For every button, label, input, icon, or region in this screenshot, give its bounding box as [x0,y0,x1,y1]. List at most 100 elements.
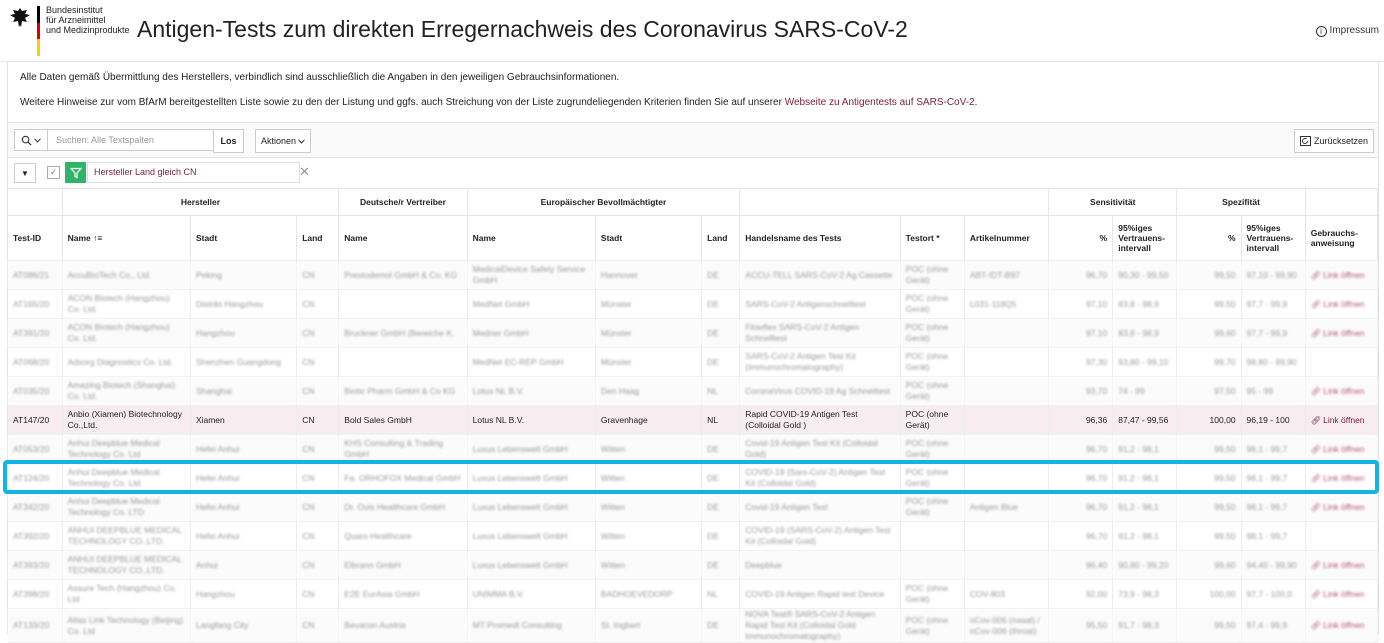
cell-test-id: AT053/20 [8,434,63,464]
cell-artikelnummer: Antigen Blue [964,492,1050,522]
col-header-sens-ci[interactable]: 95%iges Vertrauens-intervall [1112,215,1178,261]
link-icon: 🔗︎ [1310,560,1324,570]
actions-menu-button[interactable]: Aktionen [255,129,311,153]
col-header-name[interactable]: Name ↑≡ [62,215,191,261]
open-link-button[interactable]: 🔗︎ Link öffnen [1311,589,1365,599]
cell-sens-ci: 91,2 - 98,1 [1112,434,1178,464]
col-header-sens-pct[interactable]: % [1048,215,1114,261]
reset-button[interactable]: Zurücksetzen [1294,129,1374,153]
cell-testort: POC (ohne Gerät) [900,434,965,464]
cell-name: Anhui Deepblue Medical Technology Co. LT… [62,492,191,522]
open-link-button[interactable]: 🔗︎ Link öffnen [1311,386,1365,396]
col-header-handelsname[interactable]: Handelsname des Tests [739,215,901,261]
remove-filter-icon[interactable]: ✕ [299,164,310,180]
table-row[interactable]: AT392/20 ANHUI DEEPBLUE MEDICAL TECHNOLOG… [8,521,1379,551]
open-link-button[interactable]: 🔗︎ Link öffnen [1311,415,1365,425]
open-link-button[interactable]: 🔗︎ Link öffnen [1311,299,1365,309]
col-header-stadt[interactable]: Stadt [190,215,298,261]
cell-ev-stadt: Den Haag [595,376,703,406]
search-column-selector[interactable] [15,130,48,150]
col-header-testort[interactable]: Testort * [900,215,965,261]
open-link-button[interactable]: 🔗︎ Link öffnen [1311,473,1365,483]
table-row[interactable]: AT393/20 ANHUI DEEPBLUE MEDICAL TECHNOLOG… [8,550,1379,580]
col-header-land[interactable]: Land [296,215,340,261]
cell-spez-ci: 97,7 - 99,9 [1241,289,1306,319]
cell-testort: POC (ohne Gerät) [900,260,965,290]
cell-gebrauchsanweisung: 🔗︎ Link öffnen [1305,318,1379,348]
info-line-2: Weitere Hinweise zur vom BfArM bereitges… [20,97,977,108]
table-row[interactable]: AT133/20 Atlas Link Technology (Beijing) … [8,608,1379,643]
open-link-button[interactable]: 🔗︎ Link öffnen [1311,444,1365,454]
cell-gebrauchsanweisung: 🔗︎ Link öffnen [1305,289,1379,319]
cell-ev-stadt: Witten [595,463,703,493]
table-row[interactable]: AT053/20 Anhui Deepblue Medical Technolog… [8,434,1379,464]
cell-sens-pct: 95,50 [1048,608,1114,643]
bfarm-logo[interactable]: Bundesinstitut für Arzneimittel und Medi… [6,4,130,56]
filter-enabled-checkbox[interactable]: ✓ [47,166,60,179]
open-link-button[interactable]: 🔗︎ Link öffnen [1311,620,1365,630]
table-row[interactable]: AT035/20 Amazing Biotech (Shanghai) Co. L… [8,376,1379,406]
collapse-filters-button[interactable]: ▼ [14,163,36,183]
app-header: Bundesinstitut für Arzneimittel und Medi… [0,0,1384,62]
search-input[interactable] [48,130,214,150]
table-row[interactable]: AT147/20 Anbio (Xiamen) Biotechnology Co.… [8,405,1379,435]
cell-handelsname: NOVA Test® SARS-CoV-2 Antigen Rapid Test… [739,608,901,643]
table-body: AT086/21 AccuBioTech Co., Ltd. Peking CN Pre… [8,260,1379,643]
open-link-label: Link öffnen [1323,414,1365,425]
cell-vertreiber: Dr. Ovis Healthcare GmbH [338,492,468,522]
open-link-button[interactable]: 🔗︎ Link öffnen [1311,328,1365,338]
open-link-button[interactable]: 🔗︎ Link öffnen [1311,502,1365,512]
cell-artikelnummer: ABT-IDT-B97 [964,260,1050,290]
col-header-gebrauchs[interactable]: Gebrauchs-anweisung [1305,215,1379,261]
col-header-spez-pct[interactable]: % [1176,215,1242,261]
cell-spez-pct: 100,00 [1176,579,1242,609]
cell-gebrauchsanweisung: 🔗︎ Link öffnen [1305,434,1379,464]
search-go-button[interactable]: Los [213,129,244,153]
filter-criteria[interactable]: Hersteller Land gleich CN [87,162,300,183]
col-header-artikelnummer[interactable]: Artikelnummer [964,215,1050,261]
table-row[interactable]: AT086/21 AccuBioTech Co., Ltd. Peking CN Pre… [8,260,1379,290]
table-row[interactable]: AT124/20 Anhui Deepblue Medical Technolog… [8,463,1379,493]
antigentests-website-link[interactable]: Webseite zu Antigentests auf SARS-CoV-2 [785,97,975,108]
cell-ev-stadt: Witten [595,434,703,464]
cell-land: CN [296,463,340,493]
open-link-button[interactable]: 🔗︎ Link öffnen [1311,560,1365,570]
cell-ev-name: Luxus Lebenswelt GmbH [467,550,596,580]
cell-spez-ci: 98,1 - 99,7 [1241,434,1306,464]
col-header-ev-stadt[interactable]: Stadt [595,215,703,261]
cell-testort: POC (ohne Gerät) [900,318,965,348]
col-header-ev-name[interactable]: Name [467,215,596,261]
col-header-test-id[interactable]: Test-ID [8,215,63,261]
search-group [14,129,215,151]
cell-artikelnummer: nCov-006 (nasal) / nCov-006 (throat) [964,608,1050,643]
table-row[interactable]: AT068/20 Adsorg Diagnostics Co. Ltd. Shenz… [8,347,1379,377]
chevron-down-icon [298,138,305,144]
col-header-ev-land[interactable]: Land [701,215,741,261]
cell-sens-pct: 92,00 [1048,579,1114,609]
table-row[interactable]: AT165/20 ACON Biotech (Hangzhou) Co. Ltd.… [8,289,1379,319]
table-row[interactable]: AT342/20 Anhui Deepblue Medical Technolog… [8,492,1379,522]
cell-testort: POC (ohne Gerät) [900,608,965,643]
table-row[interactable]: AT398/20 Assure Tech (Hangzhou) Co. Ltd Ha… [8,579,1379,609]
cell-spez-ci: 95 - 99 [1241,376,1306,406]
table-row[interactable]: AT391/20 ACON Biotech (Hangzhou) Co. Ltd.… [8,318,1379,348]
impressum-link[interactable]: i Impressum [1315,25,1379,37]
cell-sens-ci: 91,7 - 98,3 [1112,608,1178,643]
cell-spez-ci: 94,40 - 99,90 [1241,550,1306,580]
cell-vertreiber: Bevacon Austria [338,608,468,643]
link-icon: 🔗︎ [1310,386,1324,396]
cell-name: Assure Tech (Hangzhou) Co. Ltd [62,579,191,609]
cell-sens-ci: 90,30 - 99,50 [1112,260,1178,290]
cell-ev-name: MedNet EC-REP GmbH [467,347,596,377]
open-link-button[interactable]: 🔗︎ Link öffnen [1311,270,1365,280]
cell-spez-pct: 99,50 [1176,289,1242,319]
open-link-label: Link öffnen [1323,472,1365,483]
cell-gebrauchsanweisung [1305,347,1379,377]
col-header-vertreiber-name[interactable]: Name [338,215,468,261]
cell-land: CN [296,434,340,464]
open-link-label: Link öffnen [1323,588,1365,599]
group-spezifitaet: Spezifität [1176,189,1306,216]
actions-label: Aktionen [260,136,297,146]
cell-vertreiber: Biotic Pharm GmbH & Co KG [338,376,468,406]
col-header-spez-ci[interactable]: 95%iges Vertrauens-intervall [1241,215,1306,261]
